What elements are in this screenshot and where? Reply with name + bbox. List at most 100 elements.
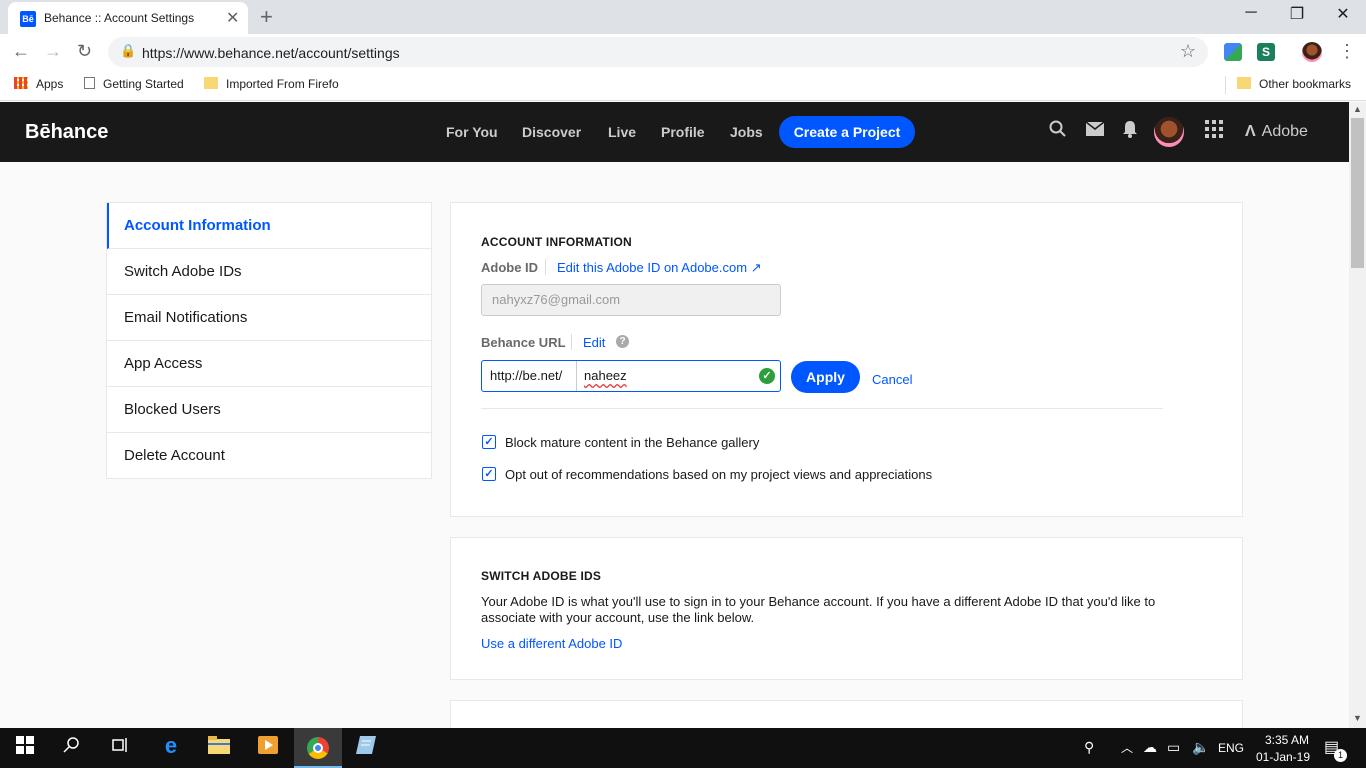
show-hidden-icons-icon[interactable]: ︿ <box>1121 739 1133 756</box>
edit-adobe-id-link[interactable]: Edit this Adobe ID on Adobe.com ↗ <box>557 260 762 276</box>
chrome-taskbar-button[interactable] <box>294 728 342 768</box>
sidebar-item-blocked-users[interactable]: Blocked Users <box>107 387 431 433</box>
nav-profile[interactable]: Profile <box>661 124 705 140</box>
sidebar-item-account-information[interactable]: Account Information <box>107 203 431 249</box>
clock-date[interactable]: 01-Jan-19 <box>1253 750 1313 764</box>
switch-adobe-ids-title: SWITCH ADOBE IDS <box>481 569 602 583</box>
label-separator <box>545 259 546 275</box>
bookmarks-divider <box>1225 76 1226 94</box>
nav-discover[interactable]: Discover <box>522 124 581 140</box>
bookmarks-bar: Apps Getting Started Imported From Firef… <box>0 70 1366 101</box>
close-window-icon[interactable]: ✕ <box>1320 4 1366 24</box>
extension-icon[interactable] <box>1224 43 1242 61</box>
scroll-down-icon[interactable]: ▼ <box>1353 713 1362 723</box>
bookmark-imported[interactable]: Imported From Firefo <box>204 77 339 91</box>
minimize-icon[interactable]: ─ <box>1228 4 1274 22</box>
notifications-bell-icon[interactable] <box>1122 120 1138 143</box>
media-player-icon[interactable] <box>256 736 280 759</box>
user-avatar[interactable] <box>1154 117 1184 147</box>
switch-adobe-ids-description: Your Adobe ID is what you'll use to sign… <box>481 594 1156 625</box>
adobe-id-label: Adobe ID <box>481 260 539 275</box>
bookmark-other[interactable]: Other bookmarks <box>1237 77 1351 91</box>
settings-sidebar: Account Information Switch Adobe IDs Ema… <box>106 202 432 479</box>
divider <box>481 408 1163 409</box>
nav-for-you[interactable]: For You <box>446 124 498 140</box>
restore-icon[interactable]: ❐ <box>1274 4 1320 24</box>
clock-time[interactable]: 3:35 AM <box>1257 733 1317 747</box>
edit-url-link[interactable]: Edit <box>583 335 605 350</box>
notes-app-icon[interactable] <box>354 736 378 759</box>
search-icon[interactable] <box>60 736 84 759</box>
sidebar-item-email-notifications[interactable]: Email Notifications <box>107 295 431 341</box>
external-link-icon: ↗ <box>750 260 762 275</box>
notification-count-badge: 1 <box>1334 749 1347 762</box>
behance-header: Bēhance For You Discover Live Profile Jo… <box>0 102 1349 162</box>
adobe-logo-icon: Λ <box>1245 123 1256 140</box>
switch-adobe-ids-panel: SWITCH ADOBE IDS Your Adobe ID is what y… <box>450 537 1243 680</box>
scroll-up-icon[interactable]: ▲ <box>1353 104 1362 114</box>
account-information-panel: ACCOUNT INFORMATION Adobe ID Edit this A… <box>450 202 1243 517</box>
windows-taskbar: e ⚲ ︿ ☁ ▭ 🔈 ENG 3:35 AM 01-Jan-19 ▤ 1 <box>0 728 1366 768</box>
behance-url-label: Behance URL <box>481 335 566 350</box>
adobe-link[interactable]: Λ Adobe <box>1245 123 1308 141</box>
profile-avatar-icon[interactable] <box>1302 42 1322 62</box>
address-bar[interactable]: 🔒 https://www.behance.net/account/settin… <box>108 37 1208 67</box>
menu-dots-icon[interactable]: ⋮ <box>1338 41 1356 62</box>
people-icon[interactable]: ⚲ <box>1084 739 1094 756</box>
chrome-icon <box>307 737 329 759</box>
sidebar-item-delete-account[interactable]: Delete Account <box>107 433 431 479</box>
opt-out-checkbox[interactable]: ✓ <box>482 467 496 481</box>
url-text: https://www.behance.net/account/settings <box>142 45 400 61</box>
browser-tab-bar: Bē Behance :: Account Settings ✕ + ─ ❐ ✕ <box>0 0 1366 34</box>
extension-s-icon[interactable]: S <box>1257 43 1275 61</box>
reload-icon[interactable]: ↻ <box>77 41 92 62</box>
back-icon[interactable]: ← <box>12 41 30 62</box>
help-icon[interactable]: ? <box>616 335 629 348</box>
bookmark-apps[interactable]: Apps <box>14 77 63 91</box>
close-tab-icon[interactable]: ✕ <box>226 8 239 28</box>
page-icon <box>84 77 95 89</box>
bookmark-star-icon[interactable]: ☆ <box>1180 41 1196 62</box>
behance-favicon-icon: Bē <box>20 11 36 27</box>
search-icon[interactable] <box>1049 120 1067 143</box>
sidebar-item-app-access[interactable]: App Access <box>107 341 431 387</box>
edge-icon[interactable]: e <box>159 733 183 759</box>
nav-live[interactable]: Live <box>608 124 636 140</box>
block-mature-label: Block mature content in the Behance gall… <box>505 435 760 450</box>
behance-url-field[interactable]: http://be.net/ naheez ✓ <box>481 360 781 392</box>
bookmark-getting-started[interactable]: Getting Started <box>84 77 184 91</box>
scrollbar-thumb[interactable] <box>1351 118 1364 268</box>
lock-icon: 🔒 <box>120 43 137 58</box>
block-mature-checkbox[interactable]: ✓ <box>482 435 496 449</box>
volume-icon[interactable]: 🔈 <box>1192 739 1209 756</box>
create-project-button[interactable]: Create a Project <box>779 116 915 148</box>
folder-icon <box>204 77 218 89</box>
email-field: nahyxz76@gmail.com <box>481 284 781 316</box>
forward-icon[interactable]: → <box>44 41 62 62</box>
tab-title: Behance :: Account Settings <box>44 11 195 25</box>
windows-start-icon[interactable] <box>13 736 37 759</box>
mail-icon[interactable] <box>1085 120 1105 141</box>
sidebar-item-switch-adobe-ids[interactable]: Switch Adobe IDs <box>107 249 431 295</box>
apply-button[interactable]: Apply <box>791 361 860 393</box>
check-success-icon: ✓ <box>759 368 775 384</box>
file-explorer-icon[interactable] <box>207 736 231 759</box>
task-view-icon[interactable] <box>108 736 132 759</box>
folder-icon <box>1237 77 1251 89</box>
language-indicator[interactable]: ENG <box>1218 741 1244 755</box>
cancel-link[interactable]: Cancel <box>872 372 912 387</box>
browser-tab[interactable]: Bē Behance :: Account Settings ✕ <box>8 2 248 34</box>
onedrive-icon[interactable]: ☁ <box>1143 739 1157 756</box>
network-icon[interactable]: ▭ <box>1167 739 1180 756</box>
apps-grid-icon[interactable] <box>1205 120 1223 143</box>
url-prefix: http://be.net/ <box>482 361 577 391</box>
use-different-adobe-id-link[interactable]: Use a different Adobe ID <box>481 636 622 651</box>
apps-grid-icon <box>14 77 28 89</box>
account-information-title: ACCOUNT INFORMATION <box>481 235 632 249</box>
behance-logo[interactable]: Bēhance <box>25 121 108 144</box>
page-scrollbar[interactable]: ▼ ▲ <box>1349 102 1366 728</box>
nav-jobs[interactable]: Jobs <box>730 124 763 140</box>
browser-toolbar: ← → ↻ 🔒 https://www.behance.net/account/… <box>0 34 1366 70</box>
url-input[interactable]: naheez <box>584 368 627 383</box>
new-tab-icon[interactable]: + <box>260 4 273 30</box>
